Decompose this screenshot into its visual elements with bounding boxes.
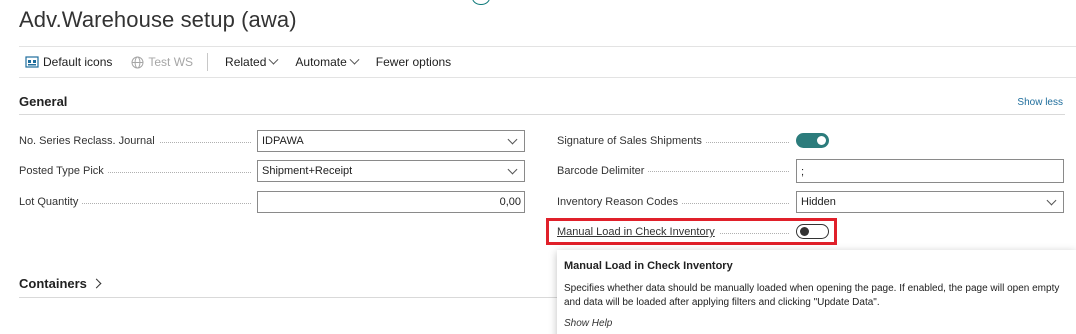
no-series-field: No. Series Reclass. Journal IDPAWA: [19, 130, 525, 154]
signature-sales-shipments-toggle[interactable]: [796, 133, 829, 148]
fewer-options-button[interactable]: Fewer options: [376, 55, 451, 69]
lot-quantity-input[interactable]: 0,00: [257, 191, 525, 213]
tooltip-body: Specifies whether data should be manuall…: [564, 283, 1060, 308]
inventory-reason-codes-label: Inventory Reason Codes: [557, 196, 683, 208]
status-indicator-icon: [472, 0, 490, 5]
chevron-right-icon: [91, 278, 101, 289]
tooltip-title: Manual Load in Check Inventory: [564, 260, 733, 272]
inventory-reason-codes-field: Inventory Reason Codes Hidden: [557, 191, 1065, 215]
toggle-knob: [817, 136, 826, 145]
action-bar: Default icons Test WS Related Automate F…: [19, 46, 1076, 78]
test-ws-button[interactable]: Test WS: [130, 55, 193, 69]
general-section-title[interactable]: General: [19, 94, 67, 109]
barcode-delimiter-field: Barcode Delimiter ;: [557, 159, 1065, 183]
related-label: Related: [225, 55, 267, 69]
chevron-down-icon: [349, 54, 360, 65]
default-icons-label: Default icons: [43, 55, 113, 69]
globe-icon: [130, 55, 144, 69]
fewer-options-label: Fewer options: [375, 55, 452, 69]
chevron-down-icon: [268, 54, 279, 65]
posted-type-pick-select[interactable]: Shipment+Receipt: [257, 160, 525, 182]
signature-sales-shipments-field: Signature of Sales Shipments: [557, 130, 1065, 154]
containers-section-header[interactable]: Containers: [19, 276, 101, 291]
chevron-down-icon: [1046, 195, 1057, 206]
toolbar-divider: [207, 53, 209, 71]
inventory-reason-codes-select[interactable]: Hidden: [796, 191, 1064, 213]
signature-sales-shipments-label: Signature of Sales Shipments: [557, 135, 706, 147]
field-tooltip: Manual Load in Check Inventory Specifies…: [557, 250, 1076, 334]
barcode-delimiter-input[interactable]: ;: [796, 159, 1064, 183]
warehouse-icon: [25, 55, 39, 69]
automate-label: Automate: [295, 55, 347, 69]
test-ws-label: Test WS: [148, 55, 194, 69]
highlight-box: [546, 218, 837, 245]
page-title: Adv.Warehouse setup (awa): [19, 7, 297, 32]
lot-quantity-label: Lot Quantity: [19, 196, 83, 208]
no-series-label: No. Series Reclass. Journal: [19, 135, 159, 147]
lot-quantity-field: Lot Quantity 0,00: [19, 191, 525, 215]
posted-type-pick-field: Posted Type Pick Shipment+Receipt: [19, 160, 525, 184]
general-section-header: General Show less: [19, 89, 1065, 115]
chevron-down-icon: [507, 134, 518, 145]
containers-section-title: Containers: [19, 276, 87, 291]
no-series-select[interactable]: IDPAWA: [257, 130, 525, 152]
barcode-delimiter-label: Barcode Delimiter: [557, 165, 649, 177]
containers-divider: [19, 297, 557, 298]
default-icons-button[interactable]: Default icons: [25, 55, 112, 69]
show-less-link[interactable]: Show less: [1017, 97, 1063, 108]
posted-type-pick-label: Posted Type Pick: [19, 165, 108, 177]
show-help-link[interactable]: Show Help: [564, 318, 1068, 329]
chevron-down-icon: [507, 164, 518, 175]
related-menu[interactable]: Related: [225, 54, 279, 69]
automate-menu[interactable]: Automate: [295, 54, 360, 69]
